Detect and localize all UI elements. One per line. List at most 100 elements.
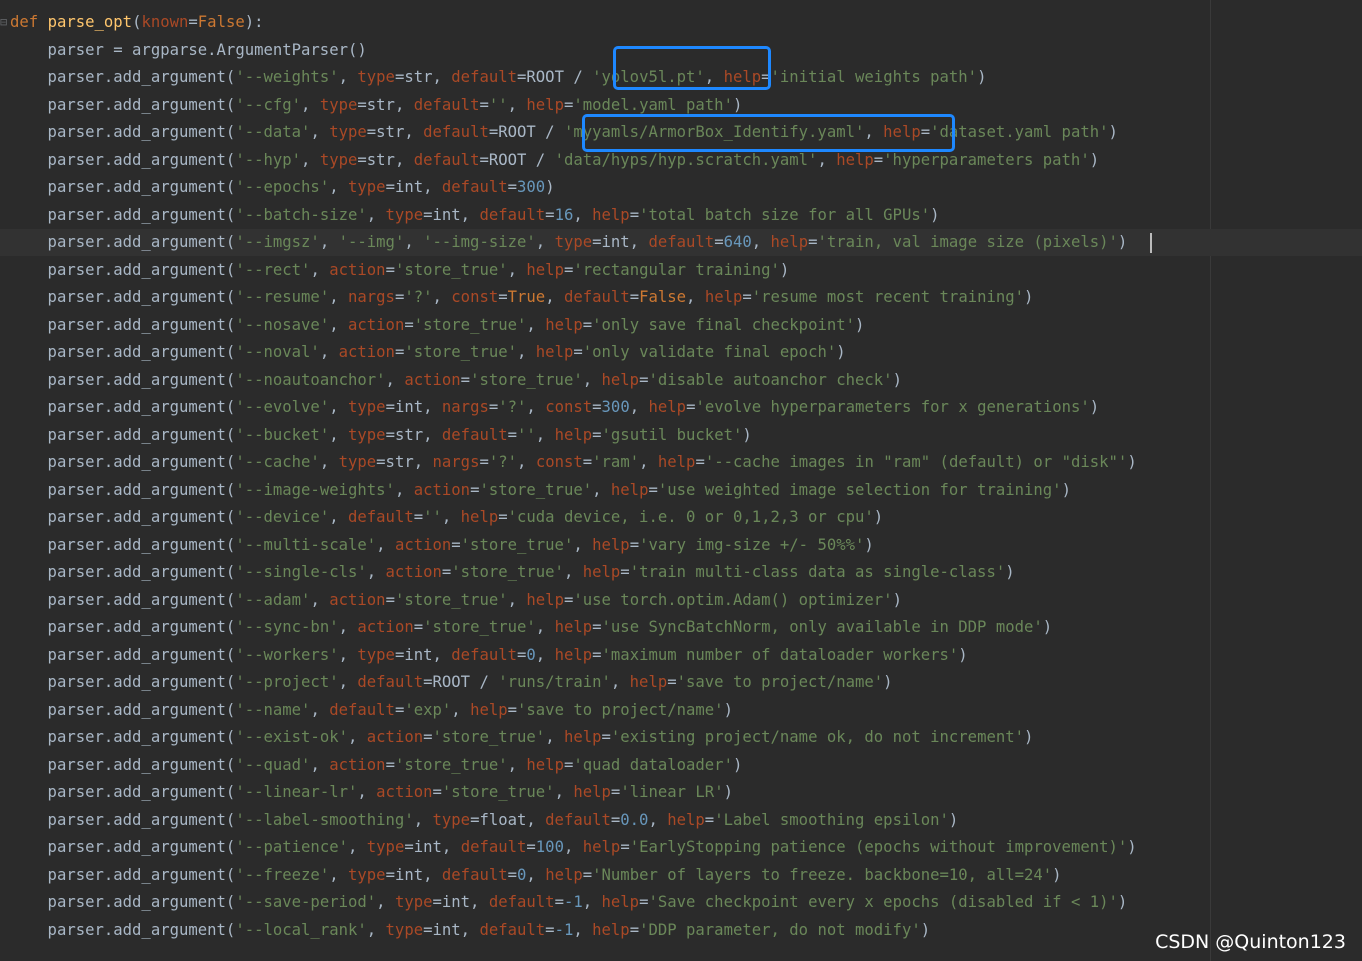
code-line[interactable]: parser.add_argument('--rect', action='st… xyxy=(10,257,790,284)
code-token: default xyxy=(563,288,630,306)
code-line[interactable]: parser.add_argument('--batch-size', type… xyxy=(10,202,940,229)
code-token: ) xyxy=(732,95,743,114)
code-token: default xyxy=(479,920,546,939)
code-token: help xyxy=(610,480,649,499)
code-token: = xyxy=(488,398,499,416)
code-token: = xyxy=(188,13,198,31)
code-token: , xyxy=(338,645,358,664)
code-line[interactable]: parser.add_argument('--label-smoothing',… xyxy=(10,807,959,834)
code-token: '--exist-ok' xyxy=(235,728,348,746)
code-token: -1 xyxy=(563,893,583,911)
code-token: , xyxy=(592,480,611,499)
code-token: =int, xyxy=(385,398,442,416)
code-line[interactable]: parser.add_argument('--cache', type=str,… xyxy=(10,449,1137,476)
code-token: '--imgsz' xyxy=(235,233,320,251)
code-token: , xyxy=(582,893,602,911)
code-token: 'store_true' xyxy=(423,618,536,636)
code-line[interactable]: parser.add_argument('--freeze', type=int… xyxy=(10,862,1062,889)
code-token: help xyxy=(629,673,668,691)
code-token: parser.add_argument( xyxy=(10,288,236,306)
code-token: '--label-smoothing' xyxy=(235,810,414,829)
code-token: , xyxy=(301,150,320,169)
code-line[interactable]: parser.add_argument('--nosave', action='… xyxy=(10,312,865,339)
code-token: False xyxy=(197,13,245,31)
code-line[interactable]: parser.add_argument('--imgsz', '--img', … xyxy=(10,229,1128,256)
code-token: action xyxy=(329,755,386,774)
code-line[interactable]: parser.add_argument('--evolve', type=int… xyxy=(10,394,1100,421)
code-token: 'store_true' xyxy=(394,590,508,609)
code-token: '--evolve' xyxy=(235,398,330,416)
code-token: 0 xyxy=(517,865,527,884)
code-token: type xyxy=(357,68,395,86)
code-line[interactable]: parser.add_argument('--epochs', type=int… xyxy=(10,174,555,201)
code-token: '?' xyxy=(488,453,518,471)
code-token: 'evolve hyperparameters for x generation… xyxy=(695,398,1090,416)
code-line[interactable]: parser.add_argument('--image-weights', a… xyxy=(10,477,1071,504)
code-token: 'maximum number of dataloader workers' xyxy=(601,645,959,664)
code-token: = xyxy=(507,865,518,884)
code-token: '--cache' xyxy=(235,453,320,471)
code-token: = xyxy=(582,315,593,334)
code-line[interactable]: parser.add_argument('--device', default=… xyxy=(10,504,884,531)
code-token: , xyxy=(301,95,320,114)
code-editor[interactable]: ⊟ def parse_opt(known=False): parser = a… xyxy=(0,0,1362,961)
fold-icon[interactable]: ⊟ xyxy=(0,9,8,36)
code-line[interactable]: parser.add_argument('--adam', action='st… xyxy=(10,587,902,614)
code-token: , xyxy=(535,233,555,251)
code-token: 0 xyxy=(526,645,536,664)
code-token: = xyxy=(610,810,621,829)
code-line[interactable]: parser.add_argument('--patience', type=i… xyxy=(10,834,1137,861)
code-token: = xyxy=(704,810,715,829)
code-line[interactable]: parser.add_argument('--noval', action='s… xyxy=(10,339,846,366)
code-line[interactable]: parser.add_argument('--weights', type=st… xyxy=(10,64,987,91)
code-token: , xyxy=(535,618,555,636)
code-line[interactable]: parser.add_argument('--multi-scale', act… xyxy=(10,532,874,559)
code-token: ) xyxy=(1052,865,1062,884)
code-token: 'cuda device, i.e. 0 or 0,1,2,3 or cpu' xyxy=(507,508,874,526)
code-line[interactable]: parser.add_argument('--sync-bn', action=… xyxy=(10,614,1053,641)
code-token: help xyxy=(770,233,809,251)
code-line[interactable]: parser.add_argument('--local_rank', type… xyxy=(10,917,931,944)
code-line[interactable]: parser.add_argument('--name', default='e… xyxy=(10,697,733,724)
code-line[interactable]: parser.add_argument('--linear-lr', actio… xyxy=(10,779,733,806)
code-token: '--noval' xyxy=(235,343,320,361)
code-token: 'exp' xyxy=(404,700,452,719)
code-token: '--single-cls' xyxy=(235,563,367,581)
code-line[interactable]: parser.add_argument('--exist-ok', action… xyxy=(10,724,1034,751)
code-token: ) xyxy=(920,920,931,939)
code-token: type xyxy=(348,865,386,884)
code-line[interactable]: parser.add_argument('--bucket', type=str… xyxy=(10,422,752,449)
code-token: , xyxy=(329,508,348,526)
code-token: default xyxy=(460,838,527,856)
code-token: 'train, val image size (pixels)' xyxy=(817,233,1118,251)
code-line[interactable]: parser.add_argument('--save-period', typ… xyxy=(10,889,1128,916)
code-token: 'store_true' xyxy=(413,315,527,334)
code-token: , xyxy=(404,233,424,251)
code-token: 'only validate final epoch' xyxy=(582,343,837,361)
code-token: ) xyxy=(1089,150,1100,169)
code-token: = xyxy=(498,508,508,526)
code-line[interactable]: parser = argparse.ArgumentParser() xyxy=(10,37,367,64)
code-token: ) xyxy=(864,535,874,554)
code-token: , xyxy=(338,618,358,636)
code-line[interactable]: parser.add_argument('--quad', action='st… xyxy=(10,752,743,779)
code-line[interactable]: parser.add_argument('--workers', type=in… xyxy=(10,642,968,669)
code-token: = xyxy=(563,590,574,609)
code-token: =int, xyxy=(423,205,480,224)
highlight-box-weights xyxy=(613,46,771,90)
code-token: 640 xyxy=(723,233,752,251)
code-token: ) xyxy=(723,700,733,719)
code-token: , xyxy=(376,893,395,911)
code-token: = xyxy=(592,425,602,444)
code-token: 'store_true' xyxy=(451,563,564,581)
code-line[interactable]: def parse_opt(known=False): xyxy=(10,9,264,36)
code-token: default xyxy=(441,178,508,196)
code-line[interactable]: parser.add_argument('--project', default… xyxy=(10,669,893,696)
code-token: help xyxy=(535,343,574,361)
code-token: parser.add_argument( xyxy=(10,563,236,581)
code-token: , xyxy=(385,370,405,389)
code-line[interactable]: parser.add_argument('--single-cls', acti… xyxy=(10,559,1015,586)
code-line[interactable]: parser.add_argument('--resume', nargs='?… xyxy=(10,284,1034,311)
code-token: 'initial weights path' xyxy=(770,68,978,86)
code-line[interactable]: parser.add_argument('--noautoanchor', ac… xyxy=(10,367,902,394)
